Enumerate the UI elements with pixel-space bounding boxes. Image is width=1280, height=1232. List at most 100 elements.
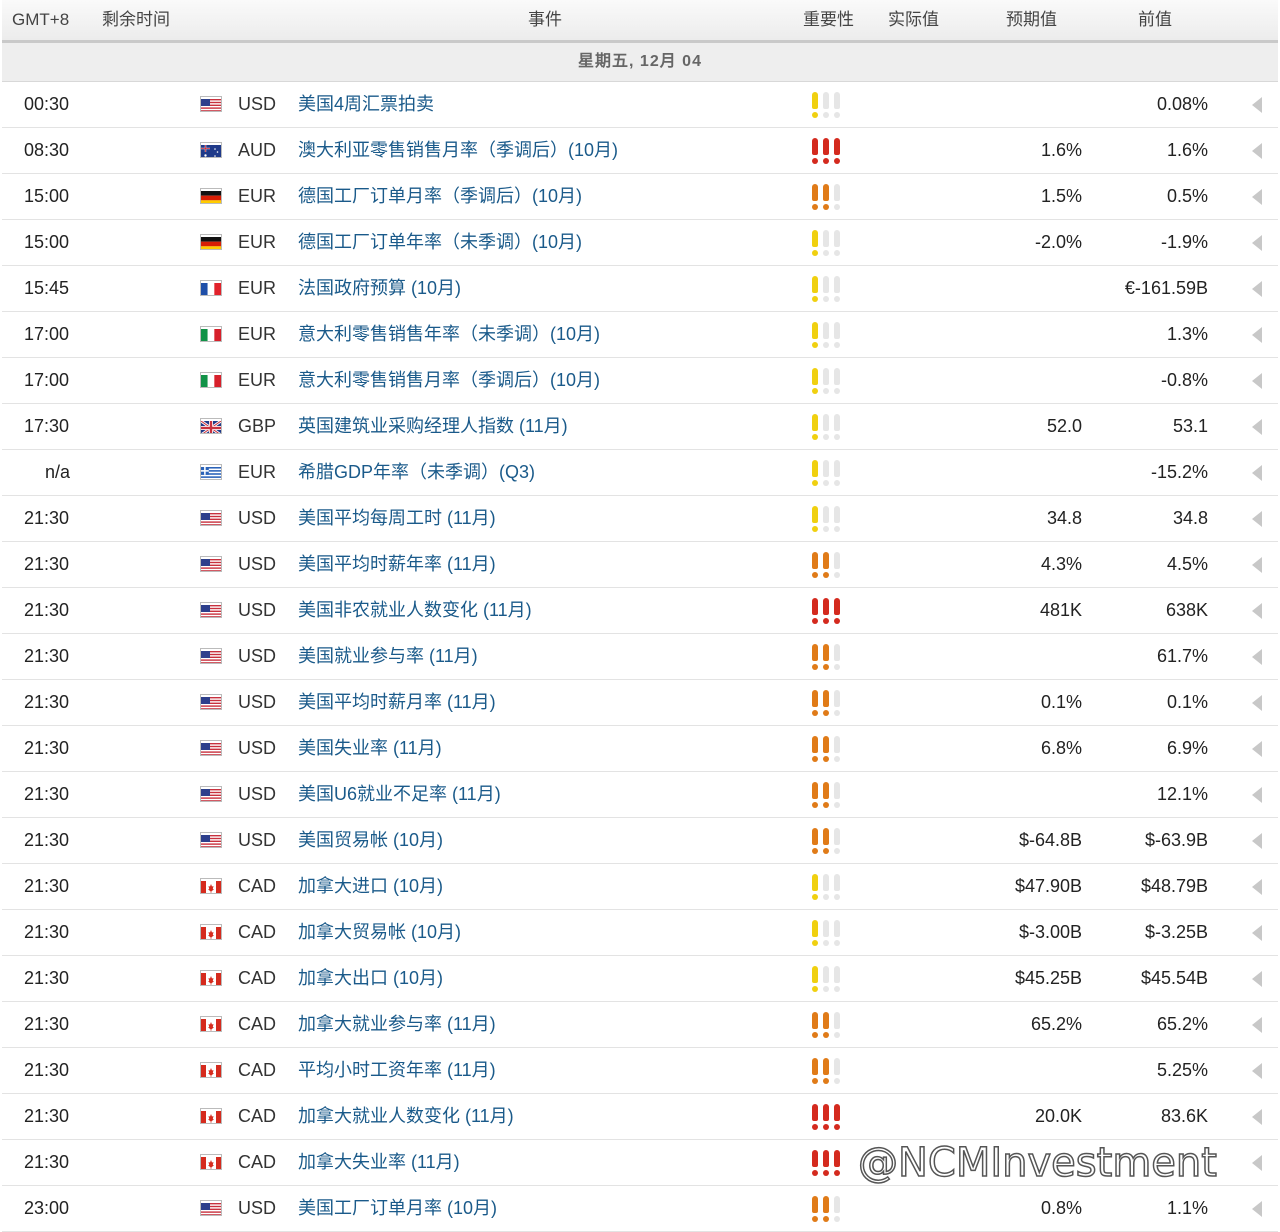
event-name-link[interactable]: 美国平均每周工时 (11月) <box>298 496 496 541</box>
event-time: 21:30 <box>24 554 70 574</box>
forecast-value: $47.90B <box>1014 876 1082 896</box>
event-name-link[interactable]: 德国工厂订单月率（季调后）(10月) <box>298 174 582 219</box>
event-row[interactable]: 21:30 USD 美国非农就业人数变化 (11月) 481K 638K <box>2 588 1278 634</box>
event-time: 21:30 <box>24 876 70 896</box>
event-name-link[interactable]: 美国U6就业不足率 (11月) <box>298 772 501 817</box>
expand-arrow-icon[interactable] <box>1252 235 1262 251</box>
expand-arrow-icon[interactable] <box>1252 327 1262 343</box>
event-name-link[interactable]: 美国非农就业人数变化 (11月) <box>298 588 532 633</box>
event-row[interactable]: 21:30 USD 美国平均时薪年率 (11月) 4.3% 4.5% <box>2 542 1278 588</box>
expand-arrow-icon[interactable] <box>1252 925 1262 941</box>
expand-arrow-icon[interactable] <box>1252 97 1262 113</box>
event-name-link[interactable]: 美国就业参与率 (11月) <box>298 634 478 679</box>
event-name-link[interactable]: 意大利零售销售月率（季调后）(10月) <box>298 358 600 403</box>
event-name-link[interactable]: 美国失业率 (11月) <box>298 726 442 771</box>
event-name-link[interactable]: 美国平均时薪月率 (11月) <box>298 680 496 725</box>
expand-arrow-icon[interactable] <box>1252 281 1262 297</box>
expand-arrow-icon[interactable] <box>1252 465 1262 481</box>
event-row[interactable]: 21:30 CAD 加拿大就业人数变化 (11月) 20.0K 83.6K <box>2 1094 1278 1140</box>
expand-arrow-icon[interactable] <box>1252 971 1262 987</box>
exclamation-icon <box>833 138 841 164</box>
expand-arrow-icon[interactable] <box>1252 1155 1262 1171</box>
event-row[interactable]: 21:30 USD 美国U6就业不足率 (11月) 12.1% <box>2 772 1278 818</box>
event-name-link[interactable]: 加拿大进口 (10月) <box>298 864 443 909</box>
event-row[interactable]: 17:30 GBP 英国建筑业采购经理人指数 (11月) 52.0 53.1 <box>2 404 1278 450</box>
expand-arrow-icon[interactable] <box>1252 1201 1262 1217</box>
exclamation-icon <box>822 874 830 900</box>
expand-arrow-icon[interactable] <box>1252 511 1262 527</box>
timezone-header[interactable]: GMT+8 <box>12 0 69 40</box>
event-name-link[interactable]: 加拿大出口 (10月) <box>298 956 443 1001</box>
expand-arrow-icon[interactable] <box>1252 189 1262 205</box>
event-currency: EUR <box>238 186 277 206</box>
exclamation-icon <box>811 1196 819 1222</box>
event-name-link[interactable]: 加拿大就业人数变化 (11月) <box>298 1094 514 1139</box>
event-name-link[interactable]: 平均小时工资年率 (11月) <box>298 1048 496 1093</box>
event-row[interactable]: 00:30 USD 美国4周汇票拍卖 0.08% <box>2 82 1278 128</box>
exclamation-icon <box>822 276 830 302</box>
expand-arrow-icon[interactable] <box>1252 557 1262 573</box>
expand-arrow-icon[interactable] <box>1252 1109 1262 1125</box>
event-row[interactable]: 21:30 USD 美国就业参与率 (11月) 61.7% <box>2 634 1278 680</box>
event-name-link[interactable]: 美国贸易帐 (10月) <box>298 818 443 863</box>
event-name-link[interactable]: 美国4周汇票拍卖 <box>298 82 434 127</box>
event-row[interactable]: 21:30 CAD 加拿大贸易帐 (10月) $-3.00B $-3.25B <box>2 910 1278 956</box>
exclamation-icon <box>833 506 841 532</box>
event-row[interactable]: 21:30 CAD 加拿大进口 (10月) $47.90B $48.79B <box>2 864 1278 910</box>
expand-arrow-icon[interactable] <box>1252 741 1262 757</box>
expand-arrow-icon[interactable] <box>1252 787 1262 803</box>
exclamation-icon <box>833 874 841 900</box>
exclamation-icon <box>822 1058 830 1084</box>
exclamation-icon <box>822 1196 830 1222</box>
event-name-link[interactable]: 澳大利亚零售销售月率（季调后）(10月) <box>298 128 618 173</box>
event-name-link[interactable]: 加拿大就业参与率 (11月) <box>298 1002 496 1047</box>
event-name-link[interactable]: 法国政府预算 (10月) <box>298 266 461 311</box>
event-row[interactable]: 15:45 EUR 法国政府预算 (10月) €-161.59B <box>2 266 1278 312</box>
event-name-link[interactable]: 加拿大失业率 (11月) <box>298 1140 460 1185</box>
event-name-link[interactable]: 德国工厂订单年率（未季调）(10月) <box>298 220 582 265</box>
expand-arrow-icon[interactable] <box>1252 695 1262 711</box>
expand-arrow-icon[interactable] <box>1252 419 1262 435</box>
event-row[interactable]: 08:30 AUD 澳大利亚零售销售月率（季调后）(10月) 1.6% 1.6% <box>2 128 1278 174</box>
event-row[interactable]: 21:30 USD 美国平均每周工时 (11月) 34.8 34.8 <box>2 496 1278 542</box>
event-row[interactable]: 17:00 EUR 意大利零售销售年率（未季调）(10月) 1.3% <box>2 312 1278 358</box>
exclamation-icon <box>822 92 830 118</box>
event-row[interactable]: 21:30 CAD 加拿大就业参与率 (11月) 65.2% 65.2% <box>2 1002 1278 1048</box>
event-name-link[interactable]: 加拿大贸易帐 (10月) <box>298 910 461 955</box>
expand-arrow-icon[interactable] <box>1252 373 1262 389</box>
event-name-link[interactable]: 希腊GDP年率（未季调）(Q3) <box>298 450 535 495</box>
expand-arrow-icon[interactable] <box>1252 603 1262 619</box>
expand-arrow-icon[interactable] <box>1252 833 1262 849</box>
event-row[interactable]: 21:30 USD 美国失业率 (11月) 6.8% 6.9% <box>2 726 1278 772</box>
expand-arrow-icon[interactable] <box>1252 879 1262 895</box>
event-row[interactable]: 15:00 EUR 德国工厂订单月率（季调后）(10月) 1.5% 0.5% <box>2 174 1278 220</box>
event-row[interactable]: 23:00 USD 美国工厂订单月率 (10月) 0.8% 1.1% <box>2 1186 1278 1232</box>
event-time: 23:00 <box>24 1198 70 1218</box>
event-row[interactable]: 17:00 EUR 意大利零售销售月率（季调后）(10月) -0.8% <box>2 358 1278 404</box>
it-flag-icon <box>200 326 222 342</box>
exclamation-icon <box>822 828 830 854</box>
event-name-link[interactable]: 意大利零售销售年率（未季调）(10月) <box>298 312 600 357</box>
event-row[interactable]: 21:30 CAD 加拿大出口 (10月) $45.25B $45.54B <box>2 956 1278 1002</box>
event-name-link[interactable]: 英国建筑业采购经理人指数 (11月) <box>298 404 568 449</box>
us-flag-icon <box>200 510 222 526</box>
importance-indicator <box>811 736 847 762</box>
event-name-link[interactable]: 美国工厂订单月率 (10月) <box>298 1186 497 1231</box>
event-time: 21:30 <box>24 1152 70 1172</box>
event-currency: EUR <box>238 370 277 390</box>
expand-arrow-icon[interactable] <box>1252 143 1262 159</box>
event-row[interactable]: 21:30 CAD 加拿大失业率 (11月) <box>2 1140 1278 1186</box>
expand-arrow-icon[interactable] <box>1252 649 1262 665</box>
event-row[interactable]: n/a EUR 希腊GDP年率（未季调）(Q3) -15.2% <box>2 450 1278 496</box>
event-name-link[interactable]: 美国平均时薪年率 (11月) <box>298 542 496 587</box>
event-row[interactable]: 21:30 USD 美国平均时薪月率 (11月) 0.1% 0.1% <box>2 680 1278 726</box>
exclamation-icon <box>822 368 830 394</box>
event-row[interactable]: 15:00 EUR 德国工厂订单年率（未季调）(10月) -2.0% -1.9% <box>2 220 1278 266</box>
expand-arrow-icon[interactable] <box>1252 1063 1262 1079</box>
expand-arrow-icon[interactable] <box>1252 1017 1262 1033</box>
event-row[interactable]: 21:30 CAD 平均小时工资年率 (11月) 5.25% <box>2 1048 1278 1094</box>
exclamation-icon <box>833 1150 841 1176</box>
event-row[interactable]: 21:30 USD 美国贸易帐 (10月) $-64.8B $-63.9B <box>2 818 1278 864</box>
forecast-value: 65.2% <box>1030 1014 1082 1034</box>
forecast-value: 52.0 <box>1046 416 1082 436</box>
